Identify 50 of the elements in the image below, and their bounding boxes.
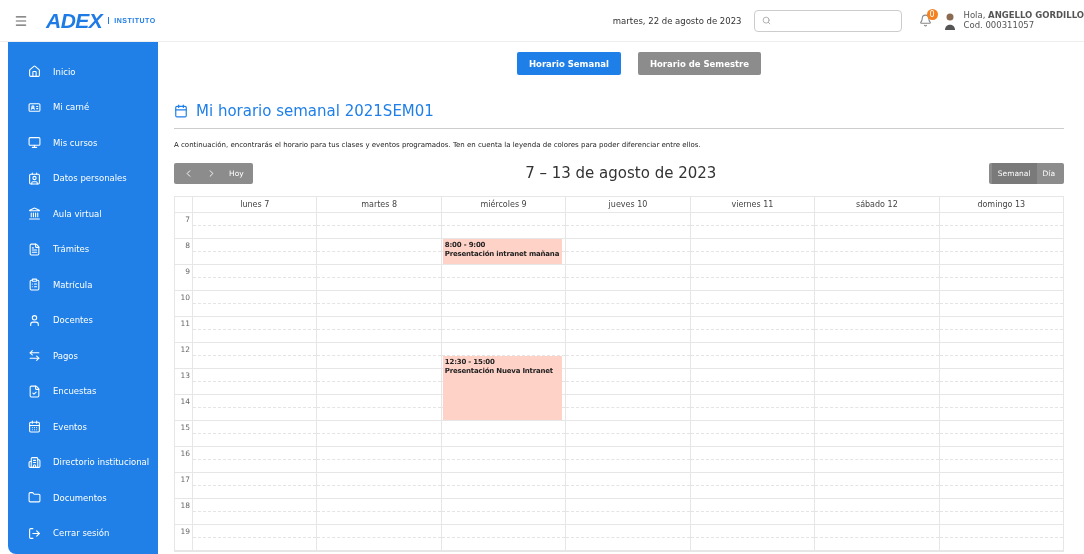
sidebar-item-icon [28,171,41,185]
user-greeting: Hola, ANGELLO GORDILLO [963,10,1084,21]
day-header: viernes 11 [689,197,815,213]
sidebar-item[interactable]: Cerrar sesión [8,515,158,551]
day-header: lunes 7 [192,197,317,213]
day-header: sábado 12 [814,197,939,213]
search-field[interactable] [753,9,902,32]
sidebar-item-icon [28,207,41,221]
menu-icon[interactable] [14,13,28,28]
date-range: 7 – 13 de agosto de 2023 [524,164,718,182]
sidebar-item[interactable]: Datos personales [8,160,158,196]
page-title: Mi horario semanal 2021SEM01 [196,102,434,120]
day-header: miércoles 9 [440,197,566,213]
user-avatar-icon[interactable] [943,11,956,30]
sidebar-item[interactable]: Encuestas [8,373,158,409]
sidebar-item-icon [28,100,41,114]
schedule-tab[interactable]: Horario de Semestre [637,52,762,75]
notification-badge: 0 [926,9,938,20]
sidebar-item[interactable]: Directorio institucional [8,444,158,480]
day-header: martes 8 [316,197,441,213]
schedule-tab[interactable]: Horario Semanal [516,52,621,75]
sidebar-item-icon [28,455,41,469]
notification-bell-icon[interactable] [918,14,932,27]
sidebar-item-icon [28,136,41,150]
user-code: Cod. 000311057 [963,20,1036,31]
sidebar-item[interactable]: Mi carné [8,89,158,125]
sidebar-item[interactable]: Pagos [8,338,158,374]
sidebar-item[interactable]: Matrícula [8,267,158,303]
sidebar-item-icon [28,420,41,434]
sidebar-item-icon [28,278,41,292]
search-icon [761,16,771,25]
day-header: jueves 10 [565,197,690,213]
sidebar-item[interactable]: Mis cursos [8,125,158,161]
calendar-icon [174,104,188,118]
sidebar-item-icon [28,384,41,398]
day-header: domingo 13 [938,197,1063,213]
sidebar-item-icon [28,65,41,79]
sidebar-item[interactable]: Trámites [8,231,158,267]
sidebar-item-icon [28,313,41,327]
sidebar-item[interactable]: Inicio [8,54,158,90]
current-date: martes, 22 de agosto de 2023 [612,15,742,26]
sidebar-item-icon [28,526,41,540]
sidebar-item-icon [28,349,41,363]
sidebar-item-icon [28,491,41,505]
sidebar-item[interactable]: Eventos [8,409,158,445]
sidebar-item-icon [28,242,41,256]
sidebar-item[interactable]: Documentos [8,480,158,516]
logo: ADEX [46,8,103,33]
sidebar-item[interactable]: Aula virtual [8,196,158,232]
sidebar-item[interactable]: Docentes [8,302,158,338]
